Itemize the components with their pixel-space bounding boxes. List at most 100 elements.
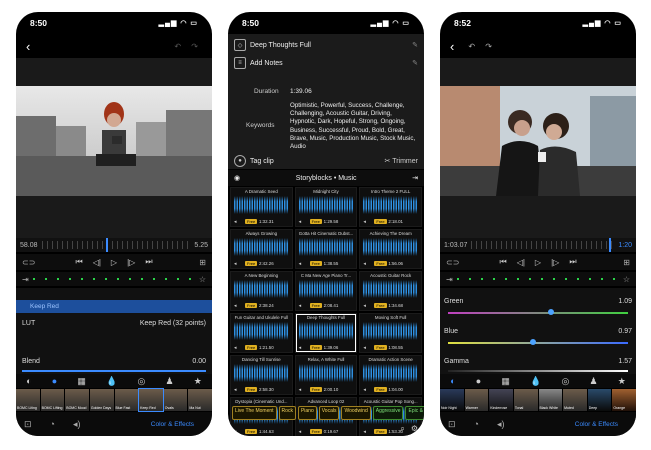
music-cell[interactable]: Dancing Till Sunrise ◂ Free 2:58.30 — [230, 355, 293, 395]
speaker-icon[interactable]: ◂ — [234, 387, 237, 393]
speaker-icon[interactable]: ◂ — [363, 429, 366, 435]
genre-tag[interactable]: Live The Moment — [232, 406, 277, 420]
speaker-icon[interactable]: ◂ — [234, 303, 237, 309]
timeline-scrubber[interactable]: 1:03.07 1:20 — [440, 238, 636, 252]
blend-slider[interactable] — [22, 370, 206, 372]
crop-icon[interactable]: ⊡ — [24, 419, 32, 430]
step-back-icon[interactable]: ◁| — [517, 258, 525, 267]
music-cell[interactable]: Achieving The Dream ◂ Free 1:56.06 — [359, 229, 422, 269]
undo-redo-icon[interactable]: ↶ ↷ — [174, 42, 202, 51]
speaker-icon[interactable]: ◂ — [234, 429, 237, 435]
palette-icon[interactable]: ◐ — [26, 376, 31, 386]
genre-tag[interactable]: Rock — [278, 406, 296, 420]
speed-icon[interactable]: ◔ — [50, 419, 55, 429]
drop-icon[interactable]: 💧 — [530, 376, 541, 387]
tag-clip-row[interactable]: ● Tag clip ✂ Trimmer — [228, 154, 424, 168]
undo-redo-icon[interactable]: ↶ ↷ — [468, 42, 496, 51]
add-notes-row[interactable]: ≡ Add Notes ✎ — [228, 56, 424, 70]
speaker-icon[interactable]: ◂ — [299, 387, 302, 393]
audio-icon[interactable]: ◂) — [73, 419, 81, 430]
music-cell[interactable]: Moving Soft Full ◂ Free 1:08.55 — [359, 313, 422, 353]
clip-title-row[interactable]: ◇ Deep Thoughts Full ✎ — [228, 38, 424, 52]
music-cell[interactable]: A Dramatic Seed ◂ Free 1:32.31 — [230, 187, 293, 227]
lut-thumb[interactable]: Blue Fast — [114, 389, 139, 411]
playhead[interactable] — [608, 238, 611, 252]
speaker-icon[interactable]: ◂ — [234, 219, 237, 225]
filter-thumb[interactable]: Black White — [538, 389, 563, 411]
music-cell[interactable]: Gotta Hit Cinematic Dubst... ◂ Free 1:38.55 — [294, 229, 358, 269]
lut-thumb[interactable]: Keep Red — [138, 388, 164, 412]
timeline-ticks[interactable] — [471, 238, 615, 252]
highlighted-item[interactable]: Keep Red — [16, 300, 212, 313]
filter-icon[interactable]: ⚙ — [411, 424, 418, 434]
step-forward-icon[interactable]: |▷ — [551, 258, 559, 267]
star-icon[interactable]: ★ — [618, 376, 626, 387]
tab-color-effects[interactable]: Color & Effects — [151, 421, 194, 428]
filter-thumb[interactable]: Orange — [612, 389, 636, 411]
blue-slider-knob[interactable] — [530, 339, 536, 345]
music-cell[interactable]: Deep Thoughts Full ◂ Free 1:39.06 — [294, 313, 358, 353]
lut-thumb[interactable]: Golden Days — [89, 389, 114, 411]
globe-icon[interactable]: ● — [52, 376, 57, 386]
timeline-ticks[interactable] — [41, 238, 191, 252]
loop-icon[interactable]: ⊂⊃ — [446, 258, 459, 267]
skip-end-icon[interactable]: ⏭ — [145, 257, 152, 267]
speaker-icon[interactable]: ◂ — [234, 345, 237, 351]
music-cell[interactable]: C Ma New Age Piano Tr... ◂ Free 2:08.41 — [294, 271, 358, 311]
skip-end-icon[interactable]: ⏭ — [569, 257, 576, 267]
music-cell[interactable]: Intro Theme 2 FULL ◂ Free 2:18.01 — [359, 187, 422, 227]
edit-icon[interactable]: ✎ — [412, 41, 418, 49]
loop-icon[interactable]: ⊂⊃ — [22, 258, 35, 267]
lut-row[interactable]: LUT Keep Red (32 points) — [16, 320, 212, 327]
lut-thumb[interactable]: BOMC Mood — [65, 389, 89, 411]
search-icon[interactable]: ⌕ — [400, 424, 404, 434]
target-icon[interactable]: ◎ — [137, 376, 145, 387]
speaker-icon[interactable]: ◂ — [363, 261, 366, 267]
speaker-icon[interactable]: ◂ — [299, 429, 302, 435]
music-cell[interactable]: A New Beginning ◂ Free 2:38.24 — [230, 271, 293, 311]
favorite-icon[interactable]: ☆ — [623, 275, 630, 284]
filter-thumb[interactable]: Muted — [563, 389, 587, 411]
music-cell[interactable]: Relax, A White Full ◂ Free 2:00.10 — [294, 355, 358, 395]
timeline-scrubber[interactable]: 58.08 5.25 — [16, 238, 212, 252]
import-icon[interactable]: ⇥ — [412, 174, 418, 182]
genre-tag[interactable]: Piano — [297, 406, 317, 420]
play-icon[interactable]: ▷ — [535, 258, 541, 267]
speed-icon[interactable]: ◔ — [474, 419, 479, 429]
edit-notes-icon[interactable]: ✎ — [412, 59, 418, 67]
in-point-icon[interactable]: ⇥ — [446, 275, 453, 284]
genre-tag[interactable]: Epic & Inspiring — [405, 406, 424, 420]
grid-icon[interactable]: ▦ — [501, 376, 510, 387]
figure-icon[interactable]: ♟ — [590, 376, 598, 387]
speaker-icon[interactable]: ◂ — [363, 303, 366, 309]
in-point-icon[interactable]: ⇥ — [22, 275, 29, 284]
speaker-icon[interactable]: ◂ — [299, 303, 302, 309]
music-cell[interactable]: Dramatic Action Scene ◂ Free 1:04.00 — [359, 355, 422, 395]
filter-thumb[interactable]: Deep — [587, 389, 612, 411]
music-cell[interactable]: Always Growing ◂ Free 2:42.26 — [230, 229, 293, 269]
palette-icon[interactable]: ◐ — [450, 376, 455, 386]
skip-start-icon[interactable]: ⏮ — [499, 257, 506, 267]
figure-icon[interactable]: ♟ — [166, 376, 174, 387]
skip-start-icon[interactable]: ⏮ — [75, 257, 82, 267]
genre-tag[interactable]: Woodwind — [341, 406, 371, 420]
trimmer-button[interactable]: ✂ Trimmer — [385, 157, 418, 165]
step-forward-icon[interactable]: |▷ — [127, 258, 135, 267]
music-cell[interactable]: Midnight City ◂ Free 1:29.58 — [294, 187, 358, 227]
lut-thumb[interactable]: BOMC Lifting — [40, 389, 65, 411]
speaker-icon[interactable]: ◂ — [363, 387, 366, 393]
drop-icon[interactable]: 💧 — [106, 376, 117, 387]
speaker-icon[interactable]: ◂ — [234, 261, 237, 267]
filter-thumb[interactable]: Tonal — [513, 389, 538, 411]
playhead[interactable] — [105, 238, 108, 252]
genre-tag[interactable]: Vocals — [318, 406, 340, 420]
split-icon[interactable]: ⊞ — [623, 258, 630, 267]
globe-icon[interactable]: ● — [476, 376, 481, 386]
gamma-slider[interactable] — [448, 370, 628, 372]
green-slider-knob[interactable] — [548, 309, 554, 315]
lut-thumb[interactable]: Ovals — [163, 389, 188, 411]
favorite-icon[interactable]: ☆ — [199, 275, 206, 284]
genre-tag[interactable]: Aggressive — [372, 406, 404, 420]
speaker-icon[interactable]: ◂ — [299, 261, 302, 267]
lut-thumb[interactable]: BOMC Liting — [16, 389, 40, 411]
